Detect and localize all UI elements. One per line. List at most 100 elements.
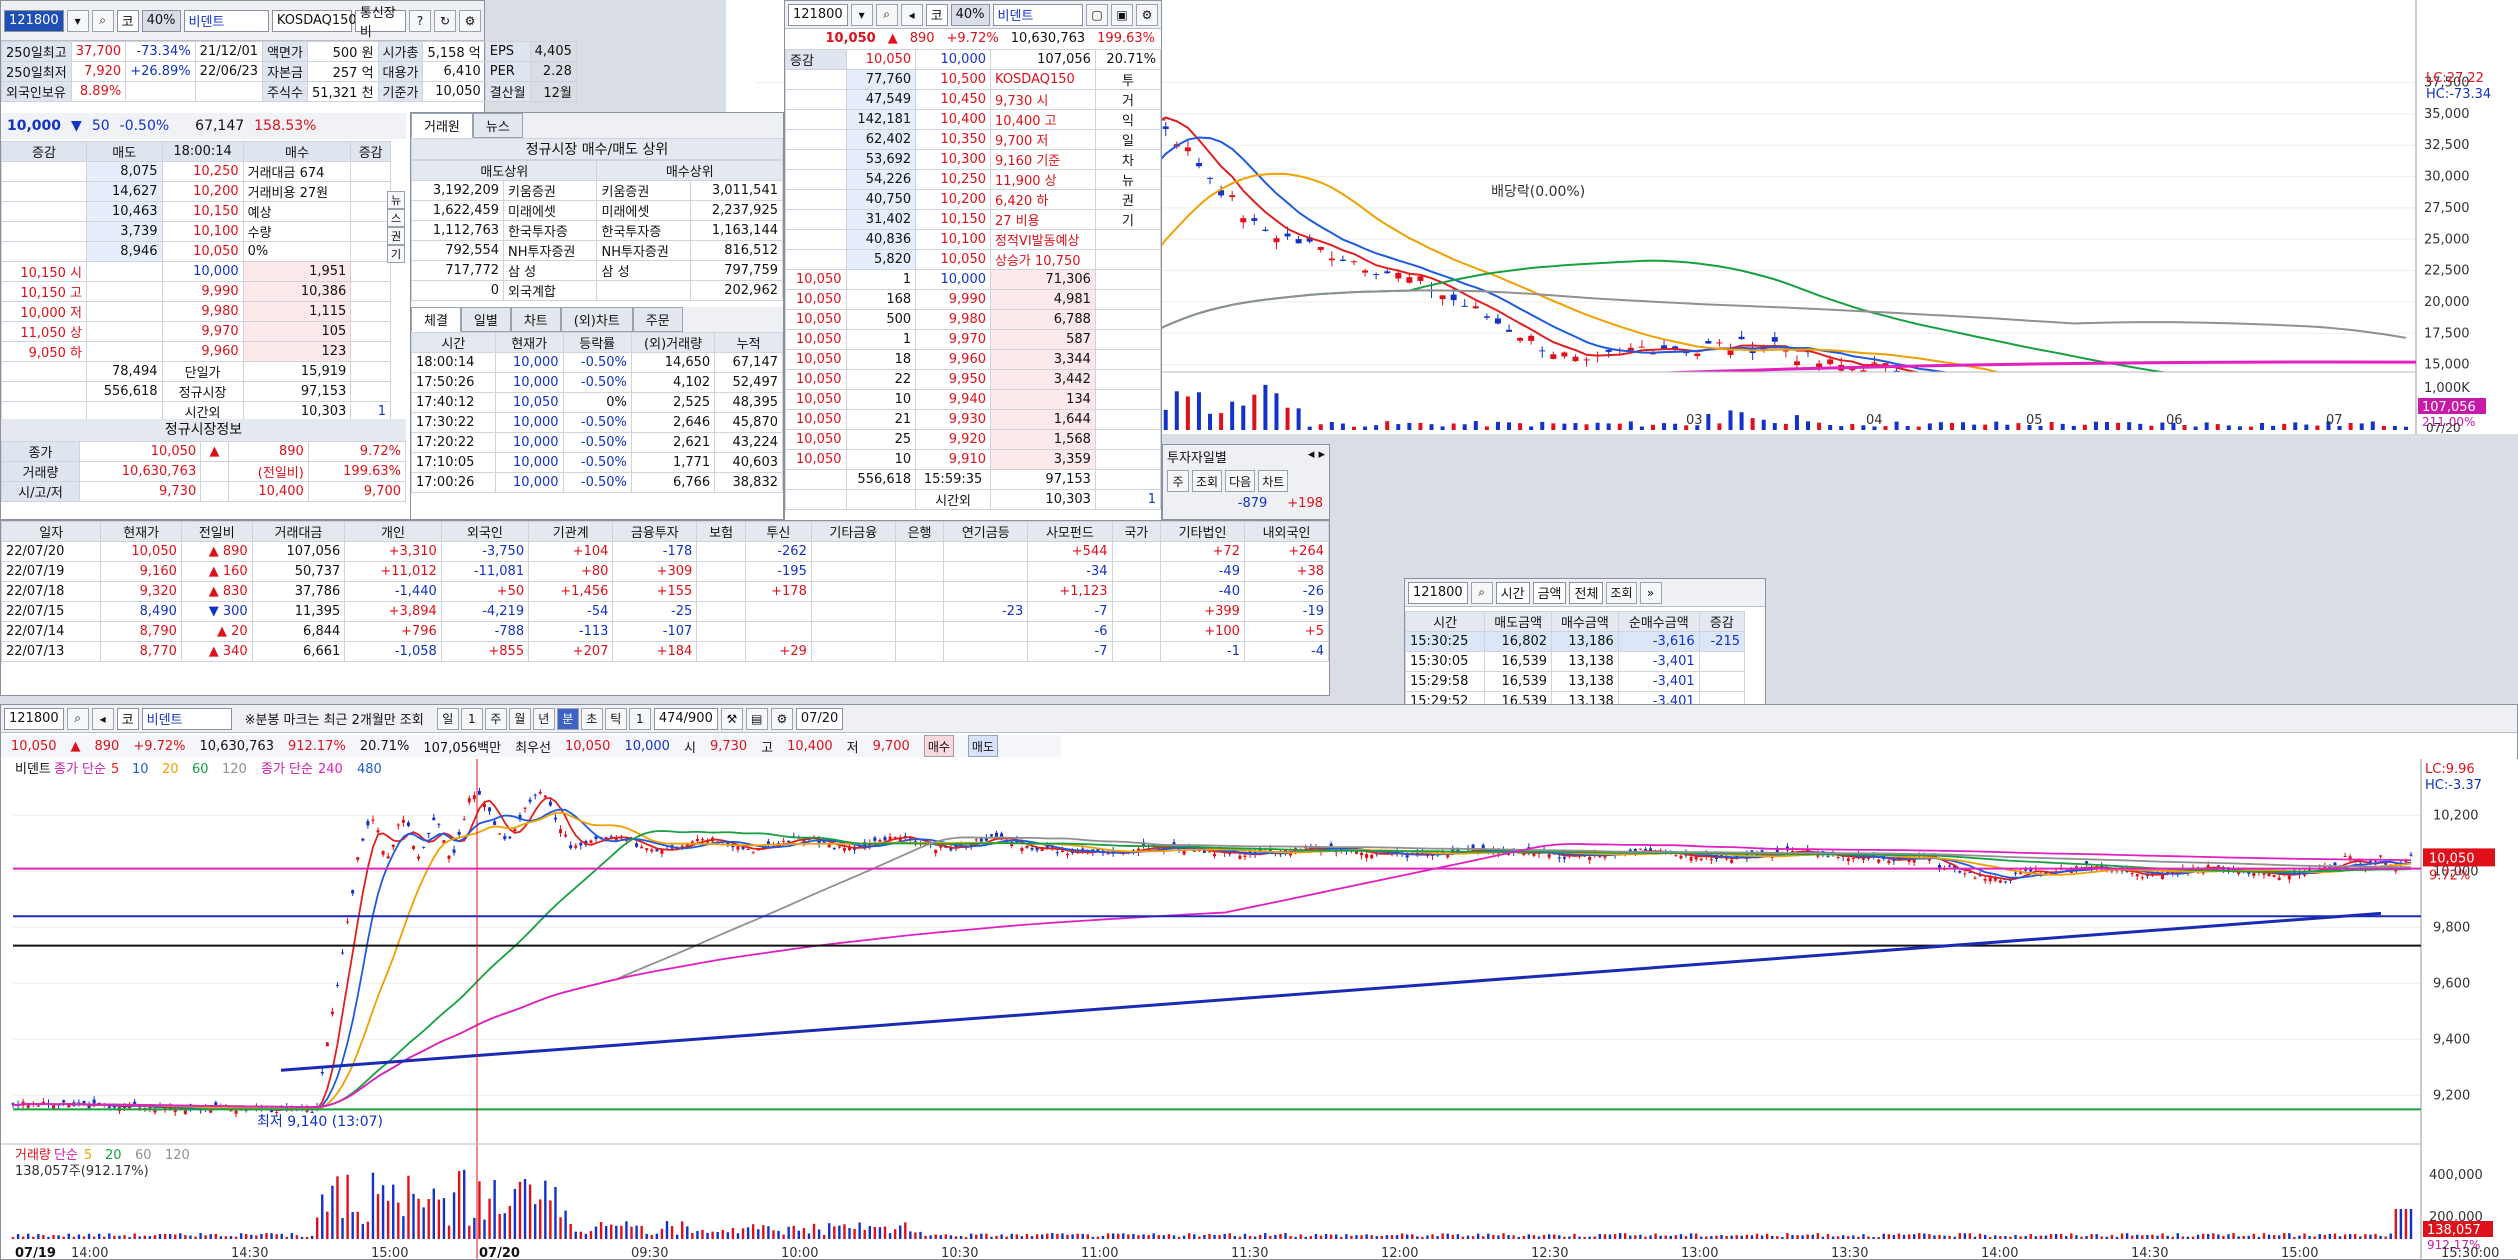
legend-item[interactable]: 10 (132, 762, 149, 777)
pg-amount-select[interactable]: 금액 (1532, 581, 1567, 604)
period-button[interactable]: 틱 (604, 707, 627, 730)
dropdown-icon[interactable]: ▾ (850, 3, 873, 26)
side-button[interactable]: 권 (387, 227, 406, 245)
period-button[interactable]: 년 (532, 707, 555, 730)
period-button[interactable]: 분 (556, 707, 579, 730)
id-code-input[interactable]: 121800 (4, 707, 64, 730)
legend-item[interactable]: 60 (192, 762, 209, 777)
ticks-tab[interactable]: (외)차트 (560, 307, 633, 332)
id-name[interactable]: 비덴트 (141, 707, 232, 730)
settings-icon[interactable]: ⚙ (1136, 3, 1158, 26)
ob-name[interactable]: 비덴트 (992, 3, 1083, 26)
bid-row[interactable]: 11,050 상 9,970 105 (1, 321, 391, 342)
next-button[interactable]: 다음 (1225, 470, 1256, 492)
ob-ask-row[interactable]: 54,226 10,250 11,900 상뉴 (785, 169, 1162, 190)
investor-row[interactable]: 22/07/13 8,770 ▲ 340 6,661 -1,058 +855 +207 +18… (0, 641, 1330, 662)
ob-ask-row[interactable]: 142,181 10,400 10,400 고익 (785, 109, 1162, 130)
ticks-tab[interactable]: 일별 (460, 307, 511, 332)
bid-row[interactable]: 9,050 하 9,960 123 (1, 341, 391, 362)
legend-item[interactable]: 종가 단순 (54, 762, 106, 777)
pg-time-select[interactable]: 시간 (1495, 581, 1530, 604)
count-field[interactable]: 474/900 (653, 707, 718, 730)
ob-ask-row[interactable]: 47,549 10,450 9,730 시거 (785, 89, 1162, 110)
ob-bid-row[interactable]: 10,050 10 9,910 3,359 (785, 449, 1162, 470)
pg-all-select[interactable]: 전체 (1569, 581, 1604, 604)
ob-bid-row[interactable]: 10,050 25 9,920 1,568 (785, 429, 1162, 450)
broker-row[interactable]: 792,554 NH투자증권 NH투자증권 816,512 (410, 240, 784, 261)
tab-broker[interactable]: 거래원 (411, 113, 473, 138)
window-icon-2[interactable]: ▣ (1111, 3, 1133, 26)
ob-ask-row[interactable]: 40,750 10,200 6,420 하권 (785, 189, 1162, 210)
search-icon[interactable]: ⌕ (91, 9, 114, 32)
period-button[interactable]: 1 (460, 707, 483, 730)
ask-row[interactable]: 10,463 10,150 예상 (1, 201, 391, 222)
date-field[interactable]: 07/20 (795, 707, 844, 730)
vol-legend-item[interactable]: 단순 (54, 1148, 78, 1163)
settings-icon[interactable]: ⚙ (770, 707, 793, 730)
broker-row[interactable]: 3,192,209 키움증권 키움증권 3,011,541 (410, 180, 784, 201)
sell-button[interactable]: 매도 (967, 735, 998, 757)
ob-bid-row[interactable]: 10,050 1 9,970 587 (785, 329, 1162, 350)
ask-row[interactable]: 14,627 10,200 거래비용 27원 (1, 181, 391, 202)
refresh-icon[interactable]: ↻ (434, 9, 456, 32)
tool-icon[interactable]: ⚒ (720, 707, 743, 730)
chart-button[interactable]: 차트 (1258, 470, 1289, 492)
vol-legend-item[interactable]: 5 (84, 1148, 92, 1163)
ob-bid-row[interactable]: 10,050 22 9,950 3,442 (785, 369, 1162, 390)
investor-row[interactable]: 22/07/14 8,790 ▲ 20 6,844 +796 -788 -113 -107 -6… (0, 621, 1330, 642)
legend-item[interactable]: 240 (318, 762, 343, 777)
vol-legend-item[interactable]: 거래량 (15, 1148, 51, 1163)
broker-row[interactable]: 717,772 삼 성삼 성 797,759 (410, 260, 784, 281)
program-row[interactable]: 15:29:58 16,539 13,138 -3,401 (1404, 671, 1746, 692)
ob-ask-row[interactable]: 40,836 10,100 정적VI발동예상 (785, 229, 1162, 250)
help-icon[interactable]: ? (409, 9, 431, 32)
ob-code-input[interactable]: 121800 (788, 3, 848, 26)
side-button[interactable]: 기 (387, 245, 406, 263)
save-icon[interactable]: ▤ (745, 707, 768, 730)
query-button[interactable]: 조회 (1192, 470, 1223, 492)
stock-name[interactable]: 비덴트 (183, 9, 269, 32)
tab-news[interactable]: 뉴스 (472, 113, 523, 138)
speaker-icon[interactable]: ◂ (91, 707, 114, 730)
vol-legend-item[interactable]: 20 (105, 1148, 122, 1163)
period-button[interactable]: 월 (508, 707, 531, 730)
investor-row[interactable]: 22/07/18 9,320 ▲ 830 37,786 -1,440 +50 +1,456 +… (0, 581, 1330, 602)
ob-bid-row[interactable]: 10,050 1 10,000 71,306 (785, 269, 1162, 290)
speaker-icon[interactable]: ◂ (900, 3, 923, 26)
ticks-tab[interactable]: 주문 (632, 307, 683, 332)
broker-row[interactable]: 1,622,459 미래에셋 미래에셋 2,237,925 (410, 200, 784, 221)
program-row[interactable]: 15:30:25 16,802 13,186 -3,616 -215 (1404, 631, 1746, 652)
pg-query-button[interactable]: 조회 (1606, 581, 1637, 604)
ask-row[interactable]: 3,739 10,100 수량 (1, 221, 391, 242)
period-button[interactable]: 주 (484, 707, 507, 730)
expand-icon[interactable]: » (1639, 581, 1662, 604)
intraday-price-chart[interactable]: 비덴트 종가 단순 5 10 20 60 120 종가 단순 240 48010,20010,00… (1, 759, 2518, 1259)
ob-bid-row[interactable]: 10,050 18 9,960 3,344 (785, 349, 1162, 370)
period-button[interactable]: 1 (628, 707, 651, 730)
investor-row[interactable]: 22/07/19 9,160 ▲ 160 50,737 +11,012 -11,081 +8… (0, 561, 1330, 582)
ob-ask-row[interactable]: 5,820 10,050 상승가 10,750 (785, 249, 1162, 270)
ob-bid-row[interactable]: 10,050 10 9,940 134 (785, 389, 1162, 410)
period-button[interactable]: 초 (580, 707, 603, 730)
ask-row[interactable]: 8,075 10,250 거래대금 674 (1, 161, 391, 182)
ob-ask-row[interactable]: 53,692 10,300 9,160 기준 차 (785, 149, 1162, 170)
legend-item[interactable]: 480 (357, 762, 382, 777)
legend-item[interactable]: 5 (111, 762, 119, 777)
ob-ask-row[interactable]: 77,760 10,500 KOSDAQ150 투 (785, 69, 1162, 90)
legend-item[interactable]: 20 (162, 762, 179, 777)
dropdown-icon[interactable]: ▾ (66, 9, 89, 32)
legend-item[interactable]: 비덴트 (15, 762, 51, 777)
legend-item[interactable]: 120 (222, 762, 247, 777)
buy-button[interactable]: 매수 (923, 735, 954, 757)
program-row[interactable]: 15:30:05 16,539 13,138 -3,401 (1404, 651, 1746, 672)
investor-row[interactable]: 22/07/20 10,050 ▲ 890 107,056 +3,310 -3,750 +1… (0, 541, 1330, 562)
search-icon[interactable]: ⌕ (66, 707, 89, 730)
legend-item[interactable]: 종가 단순 (261, 762, 313, 777)
ask-row[interactable]: 8,946 10,050 0% (1, 241, 391, 262)
pg-code-input[interactable]: 121800 (1408, 581, 1468, 604)
ob-bid-row[interactable]: 10,050 500 9,980 6,788 (785, 309, 1162, 330)
vol-legend-item[interactable]: 60 (135, 1148, 152, 1163)
broker-row[interactable]: 0 외국계합 202,962 (410, 280, 784, 301)
investor-row[interactable]: 22/07/15 8,490 ▼ 300 11,395 +3,894 -4,219 -54-… (0, 601, 1330, 622)
search-icon[interactable]: ⌕ (1470, 581, 1493, 604)
